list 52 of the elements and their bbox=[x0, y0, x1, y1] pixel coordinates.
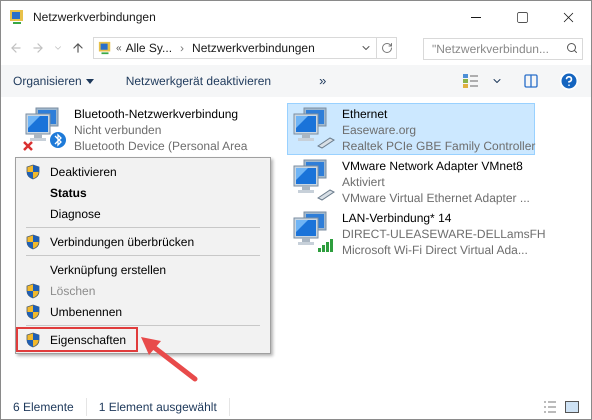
breadcrumb-overflow[interactable]: « bbox=[116, 40, 122, 56]
refresh-icon[interactable] bbox=[380, 42, 392, 54]
toolbar-button[interactable]: Netzwerkgerät deaktivieren bbox=[126, 72, 304, 90]
details-view-icon[interactable] bbox=[543, 401, 557, 413]
connection-status: DIRECT-ULEASEWARE-DELLamsFH bbox=[342, 226, 546, 242]
breadcrumb-item[interactable]: Alle Sy... bbox=[126, 39, 172, 57]
help-icon[interactable] bbox=[559, 71, 579, 91]
large-icons-view-icon[interactable] bbox=[565, 401, 579, 413]
connection-status: Aktiviert bbox=[342, 174, 386, 190]
up-icon[interactable] bbox=[71, 41, 85, 55]
view-options-icon[interactable] bbox=[463, 74, 479, 88]
maximize-icon bbox=[516, 10, 528, 24]
connection-status: Easeware.org bbox=[342, 122, 418, 138]
minimize-icon bbox=[471, 16, 481, 18]
breadcrumb-separator: › bbox=[179, 40, 186, 57]
connection-device: VMware Virtual Ethernet Adapter ... bbox=[342, 190, 530, 206]
menu-item[interactable]: Eigenschaften bbox=[18, 329, 136, 350]
connection-status: Nicht verbunden bbox=[74, 122, 162, 138]
menu-item[interactable]: Deaktivieren bbox=[18, 161, 268, 182]
network-folder-icon bbox=[9, 9, 25, 25]
caret-icon bbox=[86, 78, 94, 84]
connection-item[interactable]: Ethernet Easeware.org Realtek PCIe GBE Family Controller bbox=[287, 103, 535, 155]
menu-item[interactable]: Status bbox=[18, 182, 268, 203]
menu-item[interactable]: Umbenennen bbox=[18, 301, 268, 322]
connection-name: Bluetooth-Netzwerkverbindung bbox=[74, 106, 240, 122]
search-icon[interactable] bbox=[566, 42, 578, 54]
search-field[interactable]: "Netzwerkverbindun... bbox=[423, 38, 583, 60]
connection-name: VMware Network Adapter VMnet8 bbox=[342, 158, 524, 174]
shield-icon bbox=[26, 332, 40, 348]
connection-item[interactable]: Bluetooth-Netzwerkverbindung Nicht verbunden Bluetooth Device (Personal Area bbox=[19, 103, 267, 155]
menu-item[interactable]: Verbindungen überbrücken bbox=[18, 231, 268, 252]
menu-item[interactable]: Diagnose bbox=[18, 203, 268, 224]
shield-icon bbox=[26, 304, 40, 320]
network-folder-icon bbox=[98, 41, 112, 55]
connection-name: LAN-Verbindung* 14 bbox=[342, 210, 452, 226]
shield-icon bbox=[26, 234, 40, 250]
connection-item[interactable]: VMware Network Adapter VMnet8 Aktiviert VMware Virtual Ethernet Adapter ... bbox=[287, 155, 535, 207]
selection-count: 1 Element ausgewählt bbox=[86, 398, 230, 416]
connection-name: Ethernet bbox=[342, 106, 388, 122]
organize-menu[interactable]: Organisieren bbox=[13, 72, 110, 90]
address-bar[interactable]: « Alle Sy... › Netzwerkverbindungen bbox=[93, 37, 397, 59]
preview-pane-icon[interactable] bbox=[523, 73, 539, 89]
overflow-button[interactable]: » bbox=[319, 71, 326, 91]
shield-icon bbox=[26, 164, 40, 180]
window-title: Netzwerkverbindungen bbox=[33, 9, 156, 26]
shield-icon bbox=[26, 282, 40, 298]
item-count: 6 Elemente bbox=[13, 398, 87, 416]
breadcrumb-item[interactable]: Netzwerkverbindungen bbox=[192, 39, 315, 57]
connection-device: Realtek PCIe GBE Family Controller bbox=[342, 138, 536, 154]
connection-device: Microsoft Wi-Fi Direct Virtual Ada... bbox=[342, 242, 529, 258]
menu-item[interactable]: Verknüpfung erstellen bbox=[18, 259, 268, 280]
connection-device: Bluetooth Device (Personal Area bbox=[74, 138, 248, 154]
